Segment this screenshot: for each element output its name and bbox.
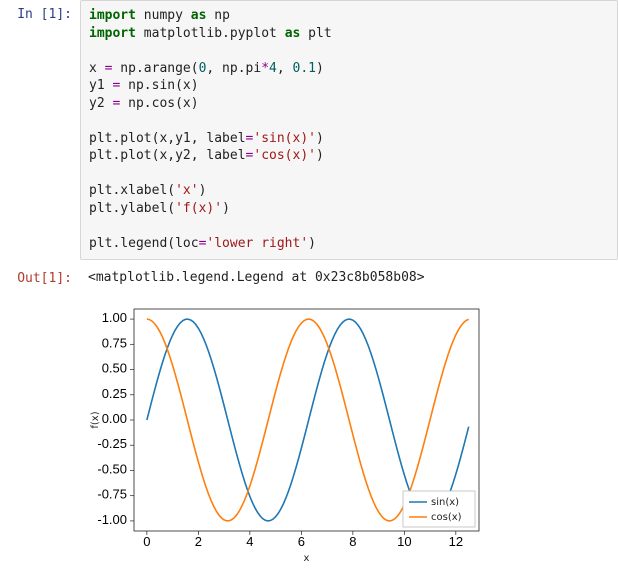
legend-label: cos(x) [431,512,462,523]
y-tick-label: 0.25 [102,386,127,401]
x-tick-label: 8 [349,534,356,549]
input-cell: In [1]: import numpy as np import matplo… [0,0,618,260]
y-tick-label: -0.25 [97,436,127,451]
x-tick-label: 10 [397,534,411,549]
y-tick-label: 0.75 [102,336,127,351]
in-prompt: In [1]: [0,0,80,30]
chart-wrap: 0 2 4 6 8 10 12 -1.00 -0.75 -0.50 -0.25 0.00 0.25 0.5… [80,293,618,575]
x-axis-label: x [304,553,310,564]
x-tick-label: 6 [298,534,305,549]
empty-prompt [0,293,80,305]
y-tick-label: 0.50 [102,361,127,376]
y-tick-label: -1.00 [97,512,127,527]
out-prompt: Out[1]: [0,264,80,294]
x-tick-label: 0 [143,534,150,549]
kw-import: import [89,8,136,23]
y-axis-label: f(x) [90,411,101,428]
y-tick-label: -0.75 [97,487,127,502]
y-tick-label: -0.50 [97,462,127,477]
chart-figure: 0 2 4 6 8 10 12 -1.00 -0.75 -0.50 -0.25 0.00 0.25 0.5… [84,299,489,569]
y-tick-label: 0.00 [102,411,127,426]
output-cell: Out[1]: <matplotlib.legend.Legend at 0x2… [0,264,618,294]
output-text: <matplotlib.legend.Legend at 0x23c8b058b… [80,264,618,291]
output-chart-cell: 0 2 4 6 8 10 12 -1.00 -0.75 -0.50 -0.25 0.00 0.25 0.5… [0,293,618,575]
x-tick-label: 12 [449,534,463,549]
legend-label: sin(x) [431,497,459,508]
y-tick-label: 1.00 [102,310,127,325]
code-input[interactable]: import numpy as np import matplotlib.pyp… [80,0,618,260]
x-tick-label: 2 [195,534,202,549]
x-tick-label: 4 [246,534,253,549]
